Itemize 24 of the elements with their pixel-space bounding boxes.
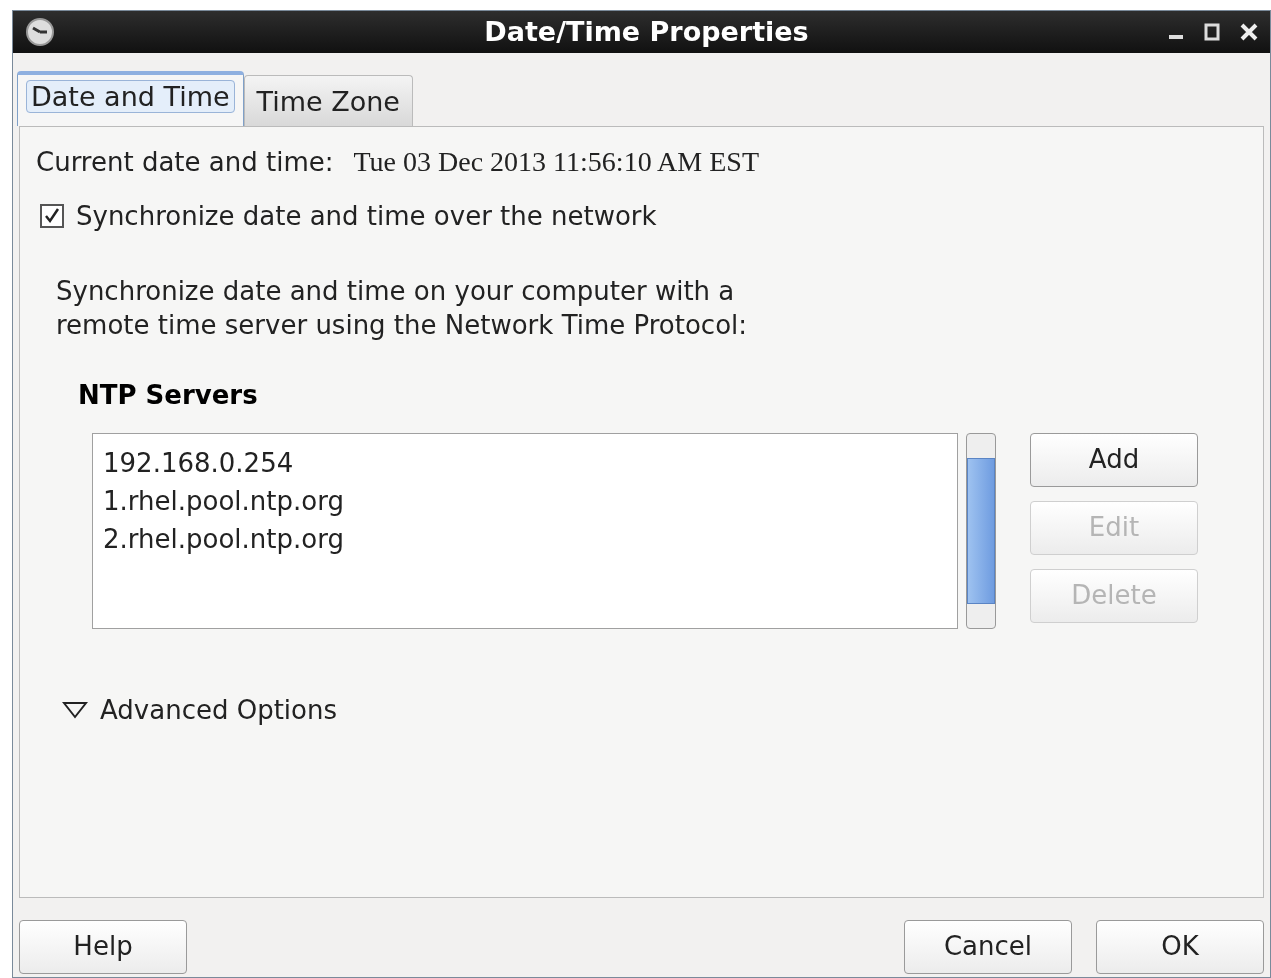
advanced-options-expander[interactable]: Advanced Options bbox=[62, 690, 337, 730]
current-time-value: Tue 03 Dec 2013 11:56:10 AM EST bbox=[353, 144, 759, 179]
window-title: Date/Time Properties bbox=[483, 14, 810, 49]
server-button[interactable]: Add bbox=[1030, 432, 1198, 487]
clock-icon bbox=[25, 17, 55, 47]
maximize-icon[interactable] bbox=[1204, 23, 1220, 41]
help-button[interactable]: Help bbox=[19, 919, 187, 974]
close-icon[interactable] bbox=[1240, 23, 1258, 41]
server-item[interactable]: 1.rhel.pool.ntp.org bbox=[103, 485, 957, 516]
check-icon bbox=[43, 207, 61, 225]
tab[interactable]: Time Zone bbox=[243, 75, 413, 127]
server-list[interactable]: 192.168.0.254 1.rhel.pool.ntp.org 2.rhel.pool.ntp.org bbox=[92, 432, 958, 629]
sync-label[interactable]: Synchronize date and time over the network bbox=[76, 196, 657, 236]
server-item[interactable]: 192.168.0.254 bbox=[103, 447, 957, 478]
description-text: Synchronize date and time on your computer with a remote time server using the Network Time Protocol: bbox=[56, 274, 749, 342]
checkbox[interactable] bbox=[40, 204, 64, 228]
dialog-button[interactable]: OK bbox=[1096, 919, 1264, 974]
server-item[interactable]: 2.rhel.pool.ntp.org bbox=[103, 523, 957, 554]
triangle-icon bbox=[62, 701, 88, 719]
scrollbar[interactable] bbox=[966, 432, 996, 629]
current-time-label: Current date and time: bbox=[36, 145, 334, 179]
dialog-button[interactable]: Cancel bbox=[904, 919, 1072, 974]
tab[interactable]: Date and Time bbox=[17, 71, 244, 126]
ntp-heading: NTP Servers bbox=[78, 378, 259, 412]
